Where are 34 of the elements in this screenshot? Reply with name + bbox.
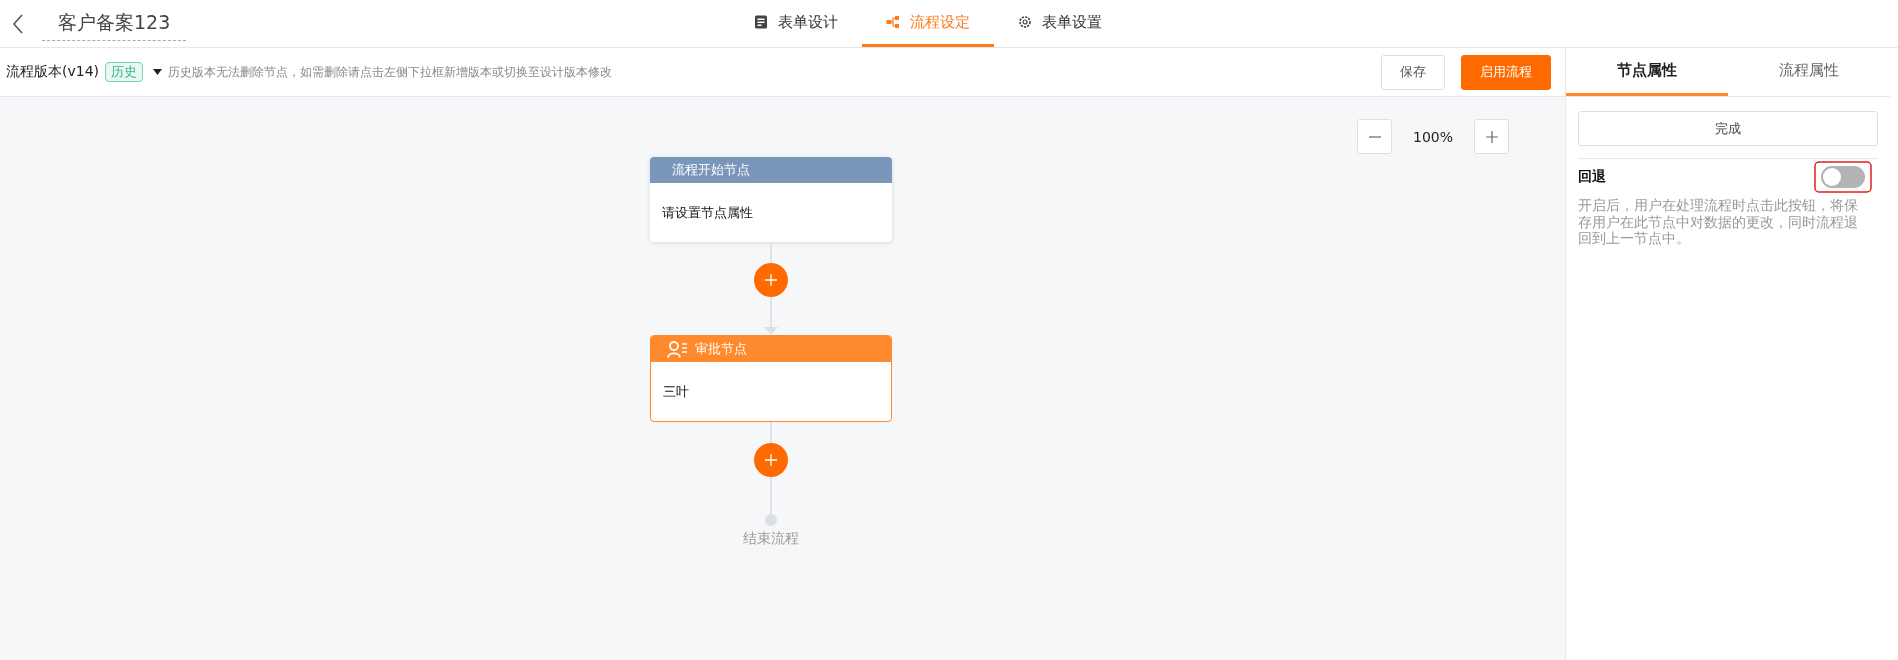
- form-title[interactable]: 客户备案123: [42, 10, 187, 41]
- node-content: 三叶: [663, 382, 689, 401]
- nav-tab[interactable]: 表单设计: [730, 0, 862, 47]
- form-icon: [754, 15, 768, 29]
- version-select[interactable]: 流程版本(v14): [6, 63, 100, 81]
- plus-icon: [764, 273, 778, 287]
- end-label: 结束流程: [743, 530, 799, 548]
- panel-tab[interactable]: 流程属性: [1728, 48, 1890, 96]
- nav-tab[interactable]: 表单设置: [994, 0, 1126, 47]
- toggle-switch[interactable]: [1821, 166, 1865, 188]
- zoom-in-button[interactable]: [1474, 119, 1509, 154]
- done-button[interactable]: 完成: [1578, 111, 1878, 146]
- node-title: 流程开始节点: [672, 161, 750, 179]
- caret-icon[interactable]: [153, 69, 163, 75]
- approval-node[interactable]: 审批节点 三叶: [650, 335, 892, 422]
- plus-icon: [764, 453, 778, 467]
- add-node-button[interactable]: [754, 263, 788, 297]
- add-node-button[interactable]: [754, 443, 788, 477]
- user-list-icon: [667, 340, 689, 358]
- setting-label: 回退: [1578, 168, 1606, 186]
- panel-tab[interactable]: 节点属性: [1566, 48, 1728, 96]
- flow-icon: [886, 15, 900, 29]
- hint-text: 历史版本无法删除节点，如需删除请点击左侧下拉框新增版本或切换至设计版本修改: [168, 63, 613, 81]
- save-button[interactable]: 保存: [1381, 54, 1445, 90]
- setting-description: 开启后，用户在处理流程时点击此按钮，将保存用户在此节点中对数据的更改，同时流程退回到上一节点中。: [1578, 197, 1859, 247]
- plus-icon: [1484, 129, 1499, 144]
- zoom-level: 100%: [1412, 128, 1454, 145]
- back-icon[interactable]: [12, 13, 24, 34]
- node-title: 审批节点: [695, 340, 747, 358]
- minus-icon: [1368, 135, 1381, 138]
- settings-icon: [1018, 15, 1032, 29]
- node-content: 请设置节点属性: [662, 203, 753, 222]
- start-node[interactable]: 流程开始节点 请设置节点属性: [650, 157, 892, 242]
- history-tag: 历史: [105, 62, 144, 82]
